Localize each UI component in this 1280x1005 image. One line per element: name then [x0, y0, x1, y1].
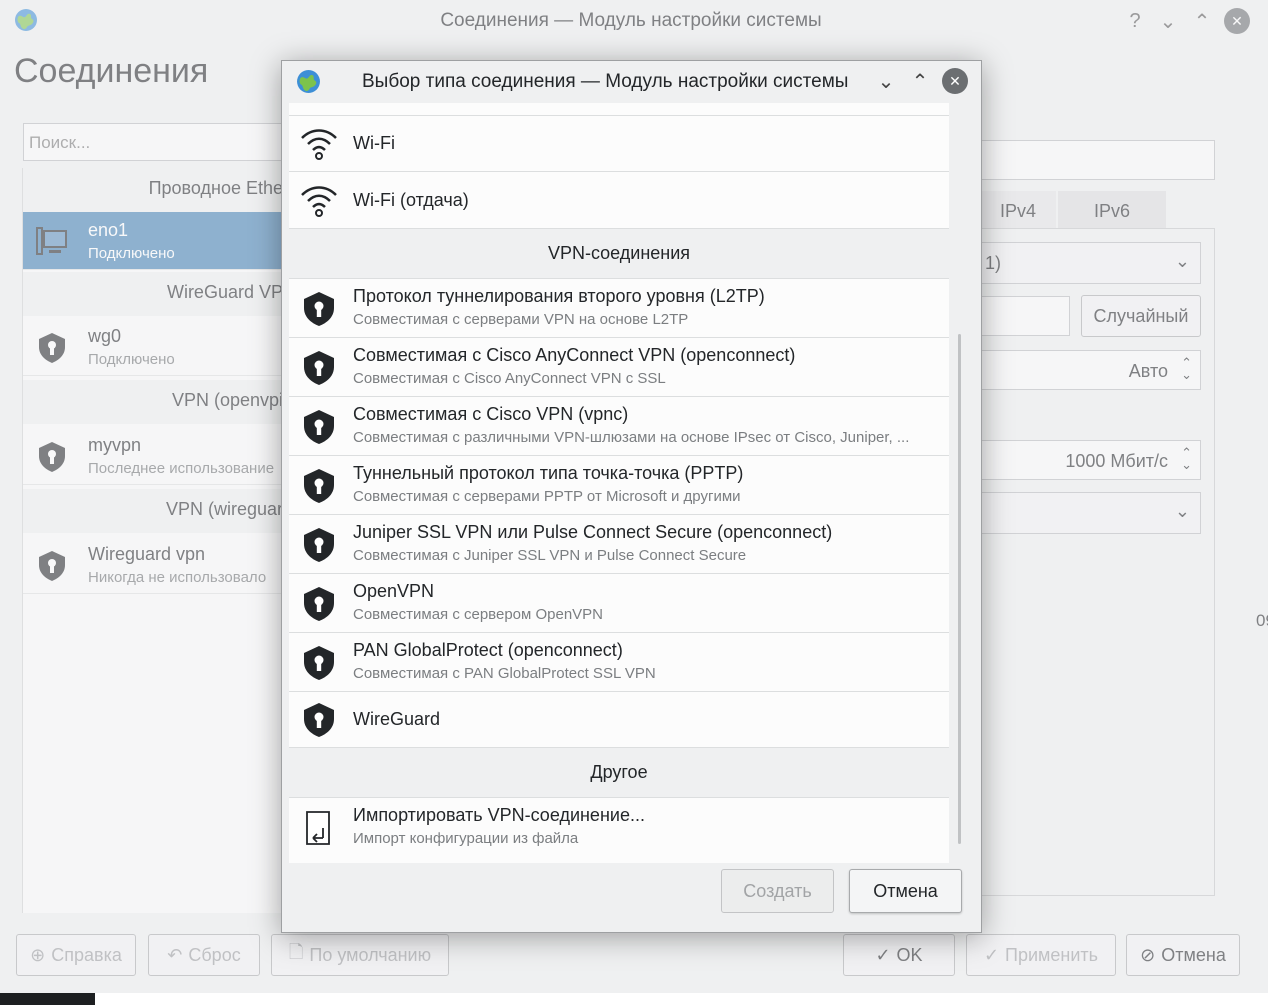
list-item-wifi-hotspot[interactable]: Wi-Fi (отдача) [289, 173, 949, 229]
list-item-cutoff[interactable] [289, 103, 949, 116]
list-item-vpnc[interactable]: Совместимая с Cisco VPN (vpnc) Совместим… [289, 397, 949, 456]
wifi-icon [301, 129, 337, 160]
list-item-globalprotect[interactable]: PAN GlobalProtect (openconnect) Совмести… [289, 633, 949, 692]
connection-type-dialog: Выбор типа соединения — Модуль настройки… [281, 60, 982, 933]
list-item-l2tp[interactable]: Протокол туннелирования второго уровня (… [289, 279, 949, 338]
import-file-icon [306, 811, 330, 845]
shield-icon [304, 703, 334, 737]
list-item-name: OpenVPN [353, 581, 435, 601]
list-item-name: Совместимая с Cisco VPN (vpnc) [353, 404, 629, 424]
section-header-vpn: VPN-соединения [289, 229, 949, 279]
list-scrollbar[interactable] [958, 334, 961, 844]
maximize-icon[interactable]: ⌃ [907, 68, 933, 94]
list-item-name: Juniper SSL VPN или Pulse Connect Secure… [353, 522, 833, 542]
list-item-name: Wi-Fi [353, 133, 395, 153]
list-item-description: Совместимая с серверами VPN на основе L2… [353, 311, 689, 328]
list-item-wireguard[interactable]: WireGuard [289, 692, 949, 748]
list-item-name: WireGuard [353, 709, 441, 729]
list-item-name: Совместимая с Cisco AnyConnect VPN (open… [353, 345, 796, 365]
list-item-name: Туннельный протокол типа точка-точка (PP… [353, 463, 744, 483]
close-icon[interactable]: ✕ [942, 68, 968, 94]
minimize-icon[interactable]: ⌄ [873, 68, 899, 94]
dialog-title: Выбор типа соединения — Модуль настройки… [362, 71, 849, 92]
list-item-description: Импорт конфигурации из файла [353, 830, 579, 847]
section-header-other: Другое [289, 748, 949, 798]
list-item-name: Wi-Fi (отдача) [353, 190, 469, 210]
list-item-openvpn[interactable]: OpenVPN Совместимая с сервером OpenVPN [289, 574, 949, 633]
list-item-description: Совместимая с серверами PPTP от Microsof… [353, 488, 741, 505]
shield-icon [304, 469, 334, 503]
list-item-description: Совместимая с PAN GlobalProtect SSL VPN [353, 665, 656, 682]
shield-icon [304, 351, 334, 385]
list-item-description: Совместимая с различными VPN-шлюзами на … [353, 429, 910, 446]
shield-icon [304, 528, 334, 562]
list-item-anyconnect[interactable]: Совместимая с Cisco AnyConnect VPN (open… [289, 338, 949, 397]
list-item-name: PAN GlobalProtect (openconnect) [353, 640, 623, 660]
list-item-description: Совместимая с сервером OpenVPN [353, 606, 604, 623]
list-item-description: Совместимая с Cisco AnyConnect VPN с SSL [353, 370, 666, 387]
create-button[interactable]: Создать [721, 869, 834, 913]
shield-icon [304, 292, 334, 326]
list-item-description: Совместимая с Juniper SSL VPN и Pulse Co… [353, 547, 747, 564]
shield-icon [304, 410, 334, 444]
shield-icon [304, 646, 334, 680]
list-item-name: Протокол туннелирования второго уровня (… [353, 286, 765, 306]
list-item-wifi[interactable]: Wi-Fi [289, 116, 949, 172]
globe-icon [297, 70, 320, 93]
connection-type-list: Wi-Fi Wi-Fi (отдача) VPN-соединения Прот… [289, 103, 949, 863]
shield-icon [304, 587, 334, 621]
list-item-pptp[interactable]: Туннельный протокол типа точка-точка (PP… [289, 456, 949, 515]
taskbar [0, 993, 95, 1005]
dialog-titlebar: Выбор типа соединения — Модуль настройки… [282, 61, 981, 103]
dialog-cancel-button[interactable]: Отмена [849, 869, 962, 913]
list-item-import-vpn[interactable]: Импортировать VPN-соединение... Импорт к… [289, 798, 949, 858]
list-item-juniper[interactable]: Juniper SSL VPN или Pulse Connect Secure… [289, 515, 949, 574]
wifi-icon [301, 186, 337, 217]
list-item-name: Импортировать VPN-соединение... [353, 805, 645, 825]
